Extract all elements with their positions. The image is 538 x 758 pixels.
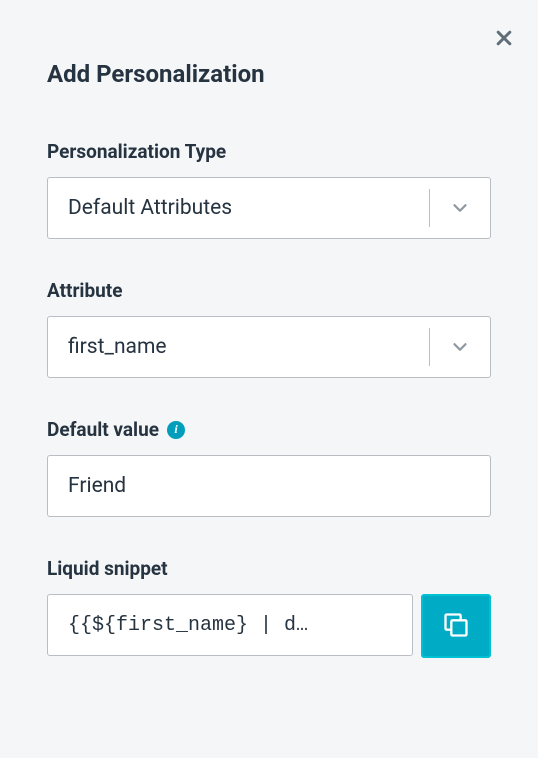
attribute-select[interactable]: first_name xyxy=(47,316,491,378)
default-value-label: Default value i xyxy=(47,418,491,441)
liquid-snippet-box: {{${first_name} | d… xyxy=(47,594,413,656)
liquid-snippet-row: {{${first_name} | d… xyxy=(47,594,491,658)
liquid-snippet-text: {{${first_name} | d… xyxy=(68,614,392,637)
personalization-type-value: Default Attributes xyxy=(48,189,430,227)
personalization-type-label: Personalization Type xyxy=(47,140,491,163)
liquid-snippet-label: Liquid snippet xyxy=(47,557,491,580)
close-icon xyxy=(494,28,514,51)
liquid-snippet-field: Liquid snippet {{${first_name} | d… xyxy=(47,557,491,658)
personalization-type-select[interactable]: Default Attributes xyxy=(47,177,491,239)
copy-icon xyxy=(442,611,470,642)
chevron-down-icon xyxy=(430,197,490,219)
chevron-down-icon xyxy=(430,336,490,358)
info-icon[interactable]: i xyxy=(167,421,185,439)
close-button[interactable] xyxy=(490,24,518,55)
attribute-field: Attribute first_name xyxy=(47,279,491,378)
attribute-label: Attribute xyxy=(47,279,491,302)
personalization-type-field: Personalization Type Default Attributes xyxy=(47,140,491,239)
default-value-input[interactable] xyxy=(47,455,491,517)
default-value-field: Default value i xyxy=(47,418,491,517)
attribute-value: first_name xyxy=(48,328,430,366)
copy-button[interactable] xyxy=(421,594,491,658)
default-value-label-text: Default value xyxy=(47,418,159,441)
page-title: Add Personalization xyxy=(47,60,491,88)
